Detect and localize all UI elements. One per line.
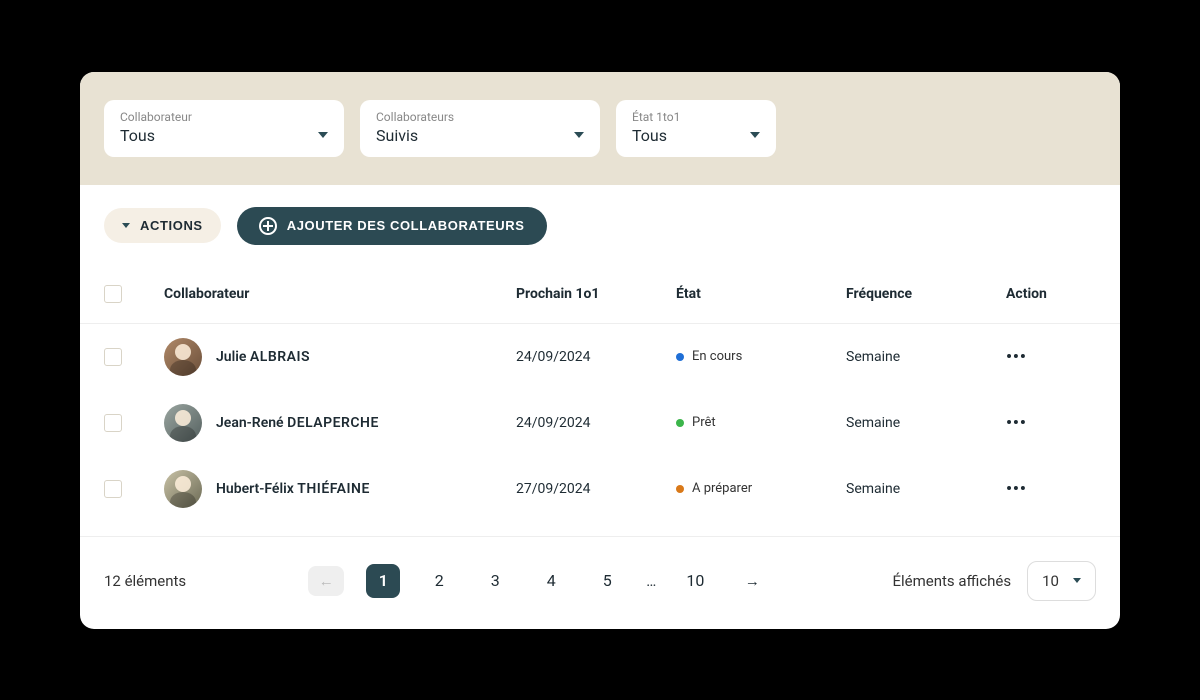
select-all-checkbox[interactable] — [104, 285, 122, 303]
collaborator-name: Julie ALBRAIS — [216, 349, 310, 365]
table-row: Jean-René DELAPERCHE 24/09/2024 Prêt Semain… — [80, 390, 1120, 456]
status-dot-icon — [676, 419, 684, 427]
status-label: A préparer — [692, 481, 752, 496]
col-prochain: Prochain 1o1 — [516, 286, 676, 302]
page-ellipsis: … — [646, 572, 656, 590]
avatar — [164, 470, 202, 508]
page-button[interactable]: 5 — [590, 564, 624, 598]
frequency-cell: Semaine — [846, 349, 1006, 365]
page-next-button[interactable]: → — [734, 566, 770, 596]
table-footer: 12 éléments ← 12345 … 10 → Éléments affichés… — [80, 537, 1120, 629]
page-size-control: Éléments affichés 10 — [892, 561, 1096, 601]
status-cell: En cours — [676, 349, 846, 364]
plus-circle-icon — [259, 217, 277, 235]
caret-down-icon — [1073, 578, 1081, 583]
row-actions-button[interactable]: ••• — [1006, 347, 1096, 366]
collaborators-table: Collaborateur Prochain 1o1 État Fréquenc… — [80, 255, 1120, 537]
next-1o1-cell: 24/09/2024 — [516, 349, 676, 365]
col-frequence: Fréquence — [846, 286, 1006, 302]
filter-label: État 1to1 — [632, 110, 760, 124]
filter-value: Suivis — [376, 126, 418, 145]
caret-down-icon — [318, 132, 328, 138]
frequency-cell: Semaine — [846, 415, 1006, 431]
next-1o1-cell: 27/09/2024 — [516, 481, 676, 497]
filter-label: Collaborateurs — [376, 110, 584, 124]
row-checkbox[interactable] — [104, 348, 122, 366]
filter-select[interactable]: État 1to1 Tous — [616, 100, 776, 157]
page-size-label: Éléments affichés — [892, 572, 1011, 590]
page-size-value: 10 — [1042, 572, 1059, 590]
actions-button[interactable]: ACTIONS — [104, 208, 221, 243]
col-collaborateur: Collaborateur — [164, 286, 516, 302]
col-action: Action — [1006, 286, 1096, 302]
row-checkbox[interactable] — [104, 414, 122, 432]
status-label: Prêt — [692, 415, 716, 430]
collaborator-name: Hubert-Félix THIÉFAINE — [216, 481, 370, 497]
actions-label: ACTIONS — [140, 218, 203, 233]
collaborator-name: Jean-René DELAPERCHE — [216, 415, 379, 431]
add-label: AJOUTER DES COLLABORATEURS — [287, 218, 525, 233]
caret-down-icon — [574, 132, 584, 138]
row-actions-button[interactable]: ••• — [1006, 413, 1096, 432]
page-prev-button[interactable]: ← — [308, 566, 344, 596]
filter-label: Collaborateur — [120, 110, 328, 124]
row-actions-button[interactable]: ••• — [1006, 479, 1096, 498]
avatar — [164, 404, 202, 442]
page-button[interactable]: 4 — [534, 564, 568, 598]
collaborator-cell[interactable]: Hubert-Félix THIÉFAINE — [164, 470, 516, 508]
table-row: Hubert-Félix THIÉFAINE 27/09/2024 A prépar… — [80, 456, 1120, 522]
add-collaborators-button[interactable]: AJOUTER DES COLLABORATEURS — [237, 207, 547, 245]
page-button[interactable]: 1 — [366, 564, 400, 598]
status-cell: A préparer — [676, 481, 846, 496]
caret-down-icon — [750, 132, 760, 138]
row-checkbox[interactable] — [104, 480, 122, 498]
table-body: Julie ALBRAIS24/09/2024En coursSemaine••… — [80, 324, 1120, 537]
table-row: Julie ALBRAIS 24/09/2024 En cours Semaine••… — [80, 324, 1120, 390]
filter-select[interactable]: Collaborateurs Suivis — [360, 100, 600, 157]
status-dot-icon — [676, 353, 684, 361]
item-count: 12 éléments — [104, 572, 186, 590]
status-dot-icon — [676, 485, 684, 493]
avatar — [164, 338, 202, 376]
main-card: Collaborateur Tous Collaborateurs Suivis Éta… — [80, 72, 1120, 629]
status-label: En cours — [692, 349, 742, 364]
next-1o1-cell: 24/09/2024 — [516, 415, 676, 431]
filter-value: Tous — [632, 126, 667, 145]
pagination: ← 12345 … 10 → — [308, 564, 770, 598]
toolbar: ACTIONS AJOUTER DES COLLABORATEURS — [80, 185, 1120, 255]
filter-bar: Collaborateur Tous Collaborateurs Suivis Éta… — [80, 72, 1120, 185]
collaborator-cell[interactable]: Jean-René DELAPERCHE — [164, 404, 516, 442]
page-size-select[interactable]: 10 — [1027, 561, 1096, 601]
page-button[interactable]: 3 — [478, 564, 512, 598]
filter-select[interactable]: Collaborateur Tous — [104, 100, 344, 157]
frequency-cell: Semaine — [846, 481, 1006, 497]
status-cell: Prêt — [676, 415, 846, 430]
filter-value: Tous — [120, 126, 155, 145]
page-button[interactable]: 2 — [422, 564, 456, 598]
col-etat: État — [676, 286, 846, 302]
caret-down-icon — [122, 223, 130, 228]
table-header: Collaborateur Prochain 1o1 État Fréquenc… — [80, 255, 1120, 324]
page-button[interactable]: 10 — [678, 564, 712, 598]
collaborator-cell[interactable]: Julie ALBRAIS — [164, 338, 516, 376]
